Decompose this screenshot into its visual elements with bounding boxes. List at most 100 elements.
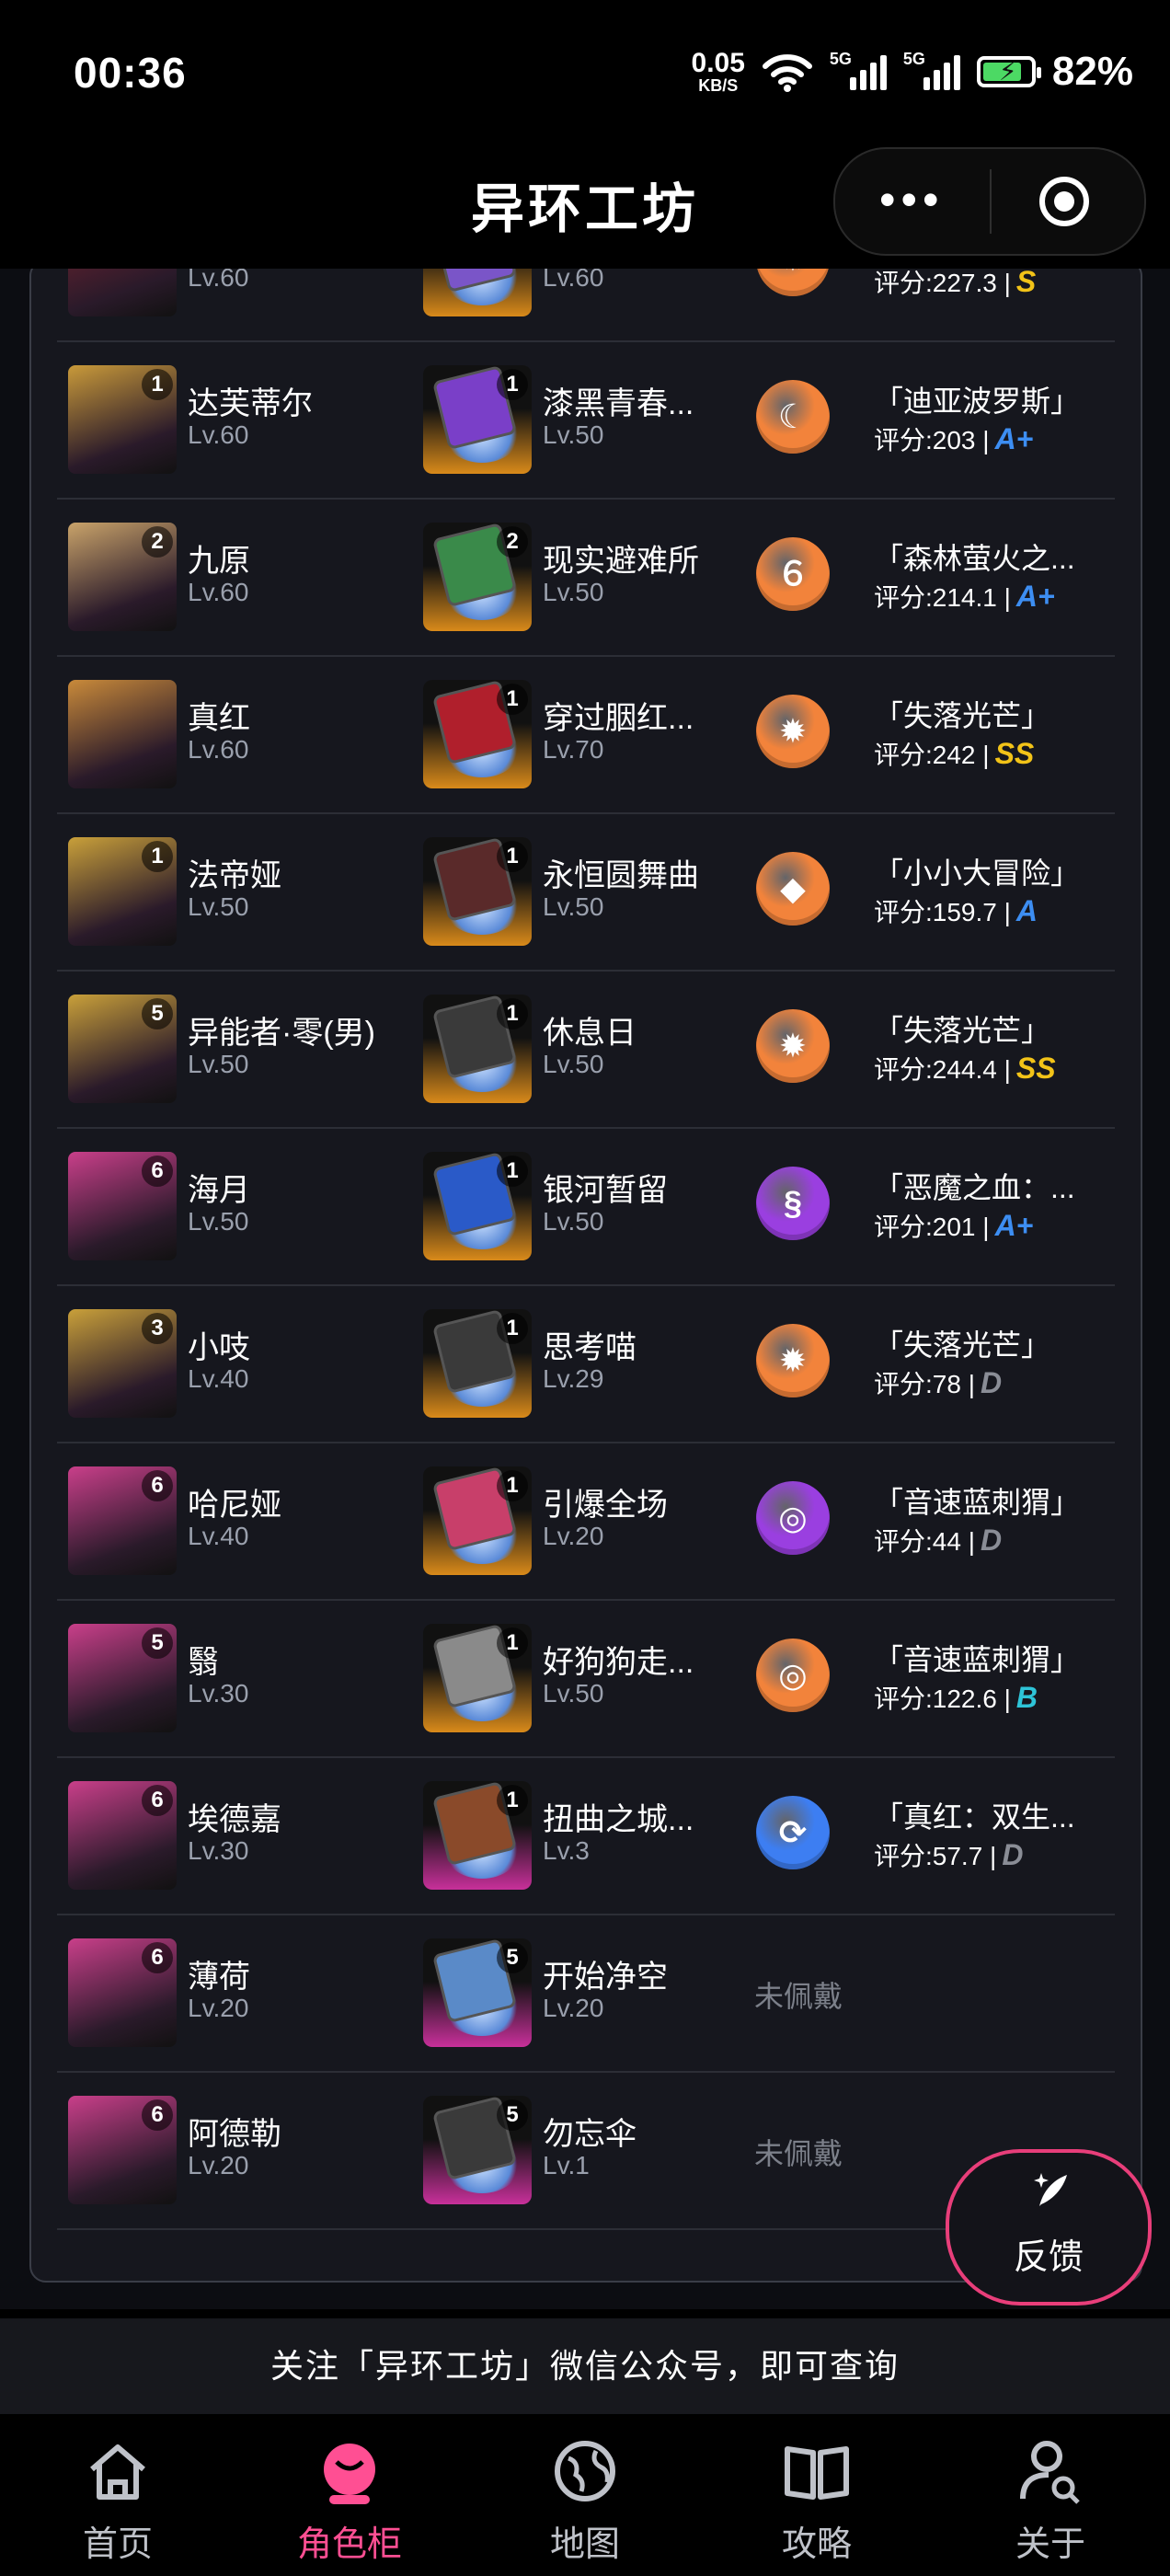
globe-icon [555,2441,615,2501]
tab-about[interactable]: 关于 [977,2416,1124,2576]
weapon-level: Lv.29 [543,1364,604,1393]
target-close-icon[interactable] [1039,177,1089,226]
disk-set-name: 「失落光芒」 [874,1014,1051,1047]
score-text: 评分:122.6 | [874,1685,1011,1713]
status-bar: 00:36 0.05 KB/S 5G 5G ⚡ 82% [0,0,1170,147]
weapon-level: Lv.20 [543,1522,604,1550]
character-row[interactable]: 1 法帝娅 Lv.50 1 永恒圆舞曲 Lv.50 ◆ 「小小大冒险」 评分:159.7 | A [57,813,1115,972]
tab-label: 角色柜 [296,2525,402,2564]
character-row[interactable]: 6 哈尼娅 Lv.40 1 引爆全场 Lv.20 ◎ 「音速蓝刺猬」 评分:44 | D [57,1443,1115,1601]
character-row[interactable]: 真红 Lv.60 1 穿过胭红... Lv.70 ✹ 「失落光芒」 评分:242 | SS [57,656,1115,814]
disk-set-name: 「失落光芒」 [874,699,1051,732]
constellation-badge: 3 [142,1313,173,1344]
character-row[interactable]: 6 埃德嘉 Lv.30 1 扭曲之城... Lv.3 ⟳ 「真红：双生... 评分:57.7 |… [57,1757,1115,1915]
character-level: Lv.20 [188,2151,249,2179]
score-grade: D [980,1366,1003,1399]
disk-score: 评分:57.7 | D [874,1836,1023,1873]
character-level: Lv.50 [188,1207,249,1236]
disk-set-icon: § [756,1167,830,1240]
character-name: 异能者·零(男) [188,1016,375,1051]
tab-home[interactable]: 首页 [44,2416,191,2576]
character-level: Lv.30 [188,1836,249,1865]
disk-set-name: 「森林萤火之... [874,542,1075,575]
weapon-icon: 1 [423,1466,532,1575]
battery-icon: ⚡ [976,56,1041,87]
score-text: 评分:227.3 | [874,269,1011,297]
refine-badge: 1 [497,369,528,400]
character-level: Lv.60 [188,420,249,449]
character-level: Lv.60 [188,735,249,764]
weapon-level: Lv.50 [543,1050,604,1078]
score-text: 评分:201 | [874,1213,990,1241]
weapon-name: 好狗狗走... [543,1645,694,1680]
tab-guide[interactable]: 攻略 [743,2416,890,2576]
character-row[interactable]: 浔Lv.60倾世之雨Lv.60✹「失落光芒」评分:227.3 |S [57,269,1115,342]
refine-badge: 1 [497,1156,528,1187]
character-row[interactable]: 5 翳 Lv.30 1 好狗狗走... Lv.50 ◎ 「音速蓝刺猬」 评分:122.6 | B [57,1600,1115,1758]
character-name: 阿德勒 [188,2117,281,2152]
weapon-icon: 5 [423,2096,532,2204]
disk-set-icon: ✹ [756,1324,830,1397]
disk-score: 评分:203 | A+ [874,420,1033,457]
disk-score: 评分:201 | A+ [874,1207,1033,1244]
feedback-button[interactable]: 反馈 [946,2149,1152,2306]
tab-character[interactable]: 角色柜 [276,2416,423,2576]
weapon-level: Lv.60 [543,269,604,292]
disk-set-icon: ６ [756,537,830,611]
character-row[interactable]: 3 小吱 Lv.40 1 思考喵 Lv.29 ✹ 「失落光芒」 评分:78 | D [57,1285,1115,1443]
weapon-icon: 1 [423,1309,532,1418]
score-grade: A [1015,894,1038,927]
character-card: 浔Lv.60倾世之雨Lv.60✹「失落光芒」评分:227.3 |S1达芙蒂尔Lv… [29,269,1142,2283]
disk-set-icon: ◎ [756,1481,830,1555]
battery-percent: 82% [1051,49,1133,94]
score-text: 评分:203 | [874,426,990,454]
score-grade: SS [1015,1052,1056,1085]
disk-score: 评分:227.3 | S [874,269,1036,300]
character-row[interactable]: 2 九原 Lv.60 2 现实避难所 Lv.50 ６ 「森林萤火之... 评分:214.1 | A… [57,499,1115,657]
score-grade: SS [994,737,1035,770]
character-row[interactable]: 6 海月 Lv.50 1 银河暂留 Lv.50 § 「恶魔之血：... 评分:201 | A+ [57,1128,1115,1286]
character-name: 薄荷 [188,1960,250,1995]
weapon-name: 思考喵 [543,1330,637,1365]
weapon-name: 穿过胭红... [543,701,694,736]
weapon-icon: 1 [423,1624,532,1732]
disk-score: 评分:214.1 | A+ [874,578,1055,615]
status-icons: 0.05 KB/S 5G 5G ⚡ 82% [692,44,1133,99]
constellation-badge: 6 [142,1156,173,1187]
feather-sparkle-icon [1030,2168,1074,2222]
constellation-badge: 5 [142,998,173,1029]
disk-set-icon: ✹ [756,695,830,768]
constellation-badge: 2 [142,526,173,558]
more-dots-icon[interactable]: ••• [879,177,945,223]
disk-set-name: 「恶魔之血：... [874,1171,1075,1204]
weapon-name: 休息日 [543,1016,637,1051]
score-grade: A+ [994,1209,1034,1242]
character-avatar: 2 [68,523,177,631]
character-avatar: 5 [68,995,177,1103]
refine-badge: 2 [497,526,528,558]
character-avatar: 5 [68,1624,177,1732]
character-name: 法帝娅 [188,858,281,893]
character-avatar: 1 [68,365,177,474]
constellation-badge: 6 [142,1470,173,1501]
user-search-icon [1020,2441,1080,2504]
tab-map[interactable]: 地图 [511,2416,659,2576]
disk-score: 评分:78 | D [874,1364,1002,1401]
weapon-icon: 2 [423,523,532,631]
weapon-icon [423,269,532,316]
constellation-badge: 6 [142,1785,173,1816]
character-row[interactable]: 5 异能者·零(男) Lv.50 1 休息日 Lv.50 ✹ 「失落光芒」 评分:244.4 |… [57,971,1115,1129]
character-row[interactable]: 6 薄荷 Lv.20 5 开始净空 Lv.20 未佩戴 [57,1915,1115,2073]
character-avatar: 6 [68,1466,177,1575]
constellation-badge: 6 [142,1942,173,1973]
character-avatar: 3 [68,1309,177,1418]
weapon-level: Lv.70 [543,735,604,764]
weapon-level: Lv.50 [543,420,604,449]
character-list-area[interactable]: 浔Lv.60倾世之雨Lv.60✹「失落光芒」评分:227.3 |S1达芙蒂尔Lv… [0,269,1170,2309]
weapon-name: 引爆全场 [543,1488,668,1523]
character-row[interactable]: 1 达芙蒂尔 Lv.60 1 漆黑青春... Lv.50 ☾ 「迪亚波罗斯」 评分:203 | A… [57,341,1115,500]
weapon-icon: 1 [423,1781,532,1890]
weapon-level: Lv.50 [543,1207,604,1236]
character-name: 小吱 [188,1330,250,1365]
character-avatar [68,269,177,316]
